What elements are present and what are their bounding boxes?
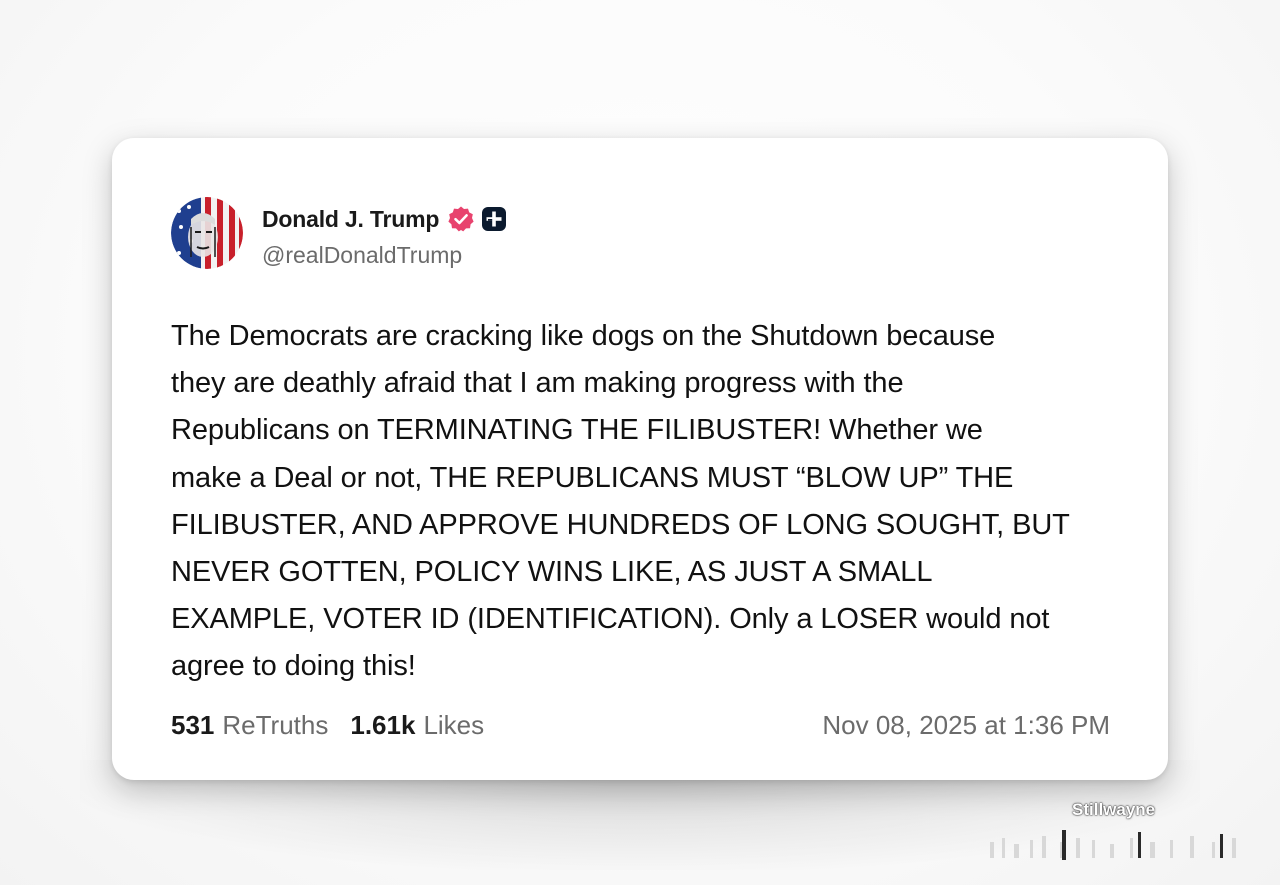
post-body-text: The Democrats are cracking like dogs on … (171, 320, 1070, 683)
post-timestamp[interactable]: Nov 08, 2025 at 1:36 PM (822, 708, 1110, 742)
post-card: Donald J. Trump @realDonaldTrump The Dem… (112, 138, 1168, 780)
likes-stat[interactable]: 1.61k Likes (350, 710, 484, 741)
author-display-name[interactable]: Donald J. Trump (262, 206, 439, 233)
likes-label: Likes (423, 709, 485, 740)
retruths-label: ReTruths (222, 709, 329, 740)
author-handle[interactable]: @realDonaldTrump (262, 242, 462, 269)
post-stats: 531 ReTruths 1.61k Likes (171, 708, 506, 742)
watermark-decoration-icon (990, 830, 1236, 860)
verified-badge-icon (447, 205, 475, 233)
watermark-text: Stillwayne (1072, 800, 1156, 819)
avatar-image (171, 197, 243, 269)
screenshot-stage: Donald J. Trump @realDonaldTrump The Dem… (0, 0, 1280, 885)
retruths-count: 531 (171, 709, 215, 740)
plus-badge-icon (481, 206, 507, 232)
flag-portrait-avatar-icon[interactable] (171, 197, 243, 269)
author-name-row: Donald J. Trump (262, 204, 507, 234)
retruths-stat[interactable]: 531 ReTruths (171, 710, 328, 741)
likes-count: 1.61k (350, 709, 416, 740)
